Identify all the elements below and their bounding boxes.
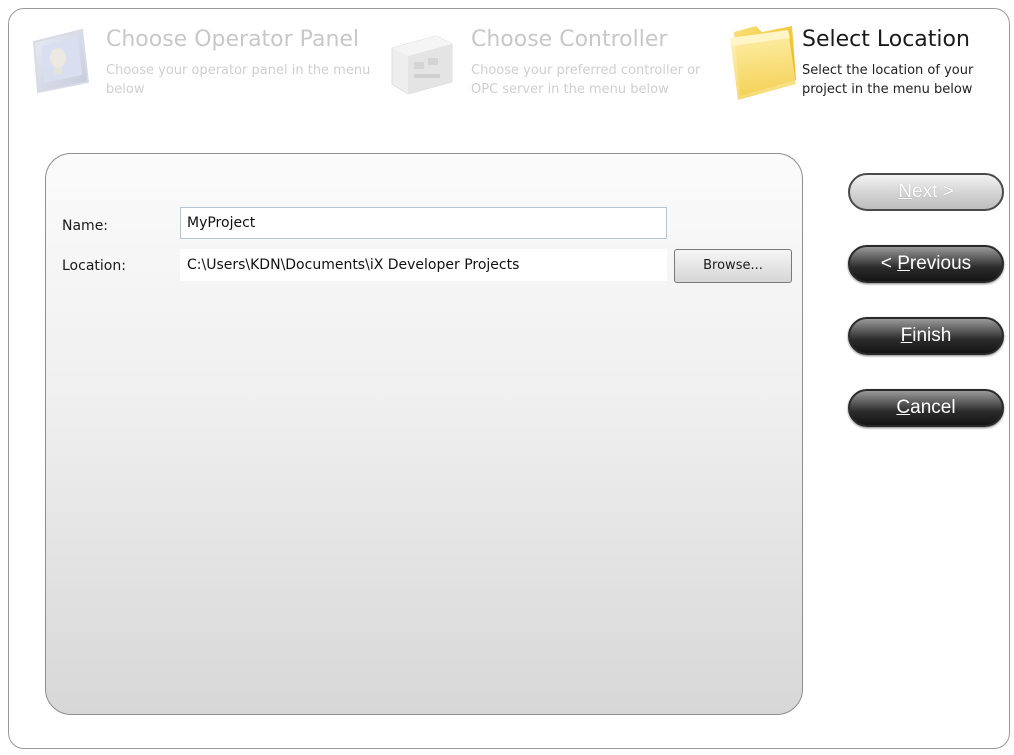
- step-title: Select Location: [802, 27, 970, 52]
- step-title: Choose Controller: [471, 27, 668, 52]
- step-title: Choose Operator Panel: [106, 27, 360, 52]
- cancel-button[interactable]: Cancel: [848, 389, 1004, 427]
- controller-icon: [391, 35, 453, 95]
- finish-label: inish: [912, 325, 952, 346]
- location-input[interactable]: [180, 249, 667, 281]
- cancel-mnemonic: C: [896, 397, 911, 418]
- cancel-label: ancel: [910, 397, 956, 418]
- browse-button[interactable]: Browse...: [674, 249, 792, 283]
- name-label: Name:: [62, 218, 109, 234]
- previous-button[interactable]: < Previous: [848, 245, 1004, 283]
- previous-prefix: <: [880, 253, 898, 274]
- step-description: Choose your operator panel in the menu b…: [106, 63, 371, 97]
- next-button[interactable]: Next >: [848, 173, 1004, 211]
- next-mnemonic: N: [898, 181, 912, 202]
- finish-button[interactable]: Finish: [848, 317, 1004, 355]
- operator-panel-icon: [32, 28, 90, 94]
- finish-mnemonic: F: [900, 325, 913, 346]
- name-input[interactable]: [180, 207, 667, 239]
- previous-label: revious: [909, 253, 972, 274]
- folder-icon: [730, 26, 796, 100]
- step-description: Select the location of your project in t…: [802, 63, 974, 97]
- step-description: Choose your preferred controller or OPC …: [471, 63, 701, 97]
- next-label: ext >: [912, 181, 954, 202]
- location-label: Location:: [62, 258, 126, 274]
- previous-mnemonic: P: [897, 253, 910, 274]
